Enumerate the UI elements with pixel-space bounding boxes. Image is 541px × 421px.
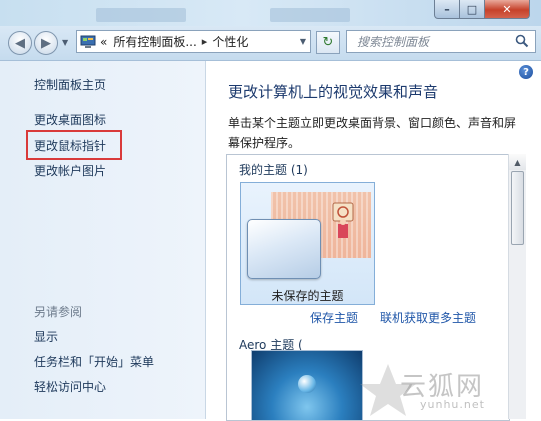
save-theme-link[interactable]: 保存主题 [310, 309, 358, 326]
left-task-pane: 控制面板主页 更改桌面图标 更改鼠标指针 更改帐户图片 另请参阅 显示 任务栏和… [0, 61, 206, 419]
title-bar: – □ ✕ [0, 0, 541, 26]
address-dropdown-icon[interactable]: ▼ [300, 37, 306, 46]
address-overflow-icon[interactable]: « [100, 35, 107, 49]
scroll-up-icon[interactable]: ▲ [509, 154, 526, 170]
my-themes-heading: 我的主题 (1) [239, 163, 308, 177]
help-button[interactable]: ? [519, 65, 533, 79]
forward-button[interactable]: ▶ [34, 31, 58, 55]
aero-theme-tile[interactable] [251, 350, 363, 420]
page-description: 单击某个主题立即更改桌面背景、窗口颜色、声音和屏幕保护程序。 [228, 116, 517, 150]
unsaved-theme-label: 未保存的主题 [271, 289, 344, 303]
close-button[interactable]: ✕ [484, 0, 530, 19]
refresh-icon: ↻ [322, 35, 334, 50]
maximize-button[interactable]: □ [459, 0, 485, 19]
theme-list-scrollbar[interactable]: ▲ [508, 154, 526, 419]
watermark-url: yunhu.net [420, 398, 485, 411]
window-color-preview [247, 219, 321, 279]
control-panel-home-link[interactable]: 控制面板主页 [34, 76, 106, 93]
search-placeholder: 搜索控制面板 [357, 35, 430, 49]
search-icon[interactable] [515, 34, 529, 48]
water-drop-icon [298, 375, 316, 393]
scrollbar-thumb[interactable] [511, 171, 524, 245]
minimize-button[interactable]: – [434, 0, 460, 19]
breadcrumb-personalization[interactable]: 个性化 [212, 33, 248, 50]
back-button[interactable]: ◀ [8, 31, 32, 55]
address-bar[interactable]: « 所有控制面板... ▸ 个性化 ▼ [76, 30, 311, 53]
background-tab [270, 8, 350, 22]
main-content: ? 更改计算机上的视觉效果和声音 单击某个主题立即更改桌面背景、窗口颜色、声音和… [206, 61, 541, 421]
highlight-box [26, 130, 122, 160]
background-tab [96, 8, 186, 22]
recent-pages-dropdown-icon[interactable]: ▼ [62, 38, 68, 47]
refresh-button[interactable]: ↻ [316, 31, 340, 54]
page-title: 更改计算机上的视觉效果和声音 [228, 83, 439, 101]
change-account-picture-link[interactable]: 更改帐户图片 [34, 162, 106, 179]
unsaved-theme-tile[interactable]: 未保存的主题 [240, 182, 375, 305]
breadcrumb-separator-icon[interactable]: ▸ [202, 35, 208, 48]
control-panel-icon [80, 35, 96, 48]
change-desktop-icons-link[interactable]: 更改桌面图标 [34, 111, 106, 128]
cartoon-character-icon [332, 202, 354, 238]
see-also-heading: 另请参阅 [34, 305, 83, 319]
search-input[interactable]: 搜索控制面板 [346, 30, 536, 53]
navigation-bar: ◀ ▶ ▼ « 所有控制面板... ▸ 个性化 ▼ ↻ 搜索控制面板 [0, 26, 541, 61]
breadcrumb-all-control-panel[interactable]: 所有控制面板... [113, 33, 196, 50]
get-more-themes-online-link[interactable]: 联机获取更多主题 [380, 309, 476, 326]
taskbar-start-menu-link[interactable]: 任务栏和「开始」菜单 [34, 353, 154, 370]
display-link[interactable]: 显示 [34, 328, 58, 345]
help-icon: ? [523, 66, 529, 78]
ease-of-access-link[interactable]: 轻松访问中心 [34, 378, 106, 395]
back-arrow-icon: ◀ [15, 35, 25, 51]
forward-arrow-icon: ▶ [41, 35, 51, 51]
